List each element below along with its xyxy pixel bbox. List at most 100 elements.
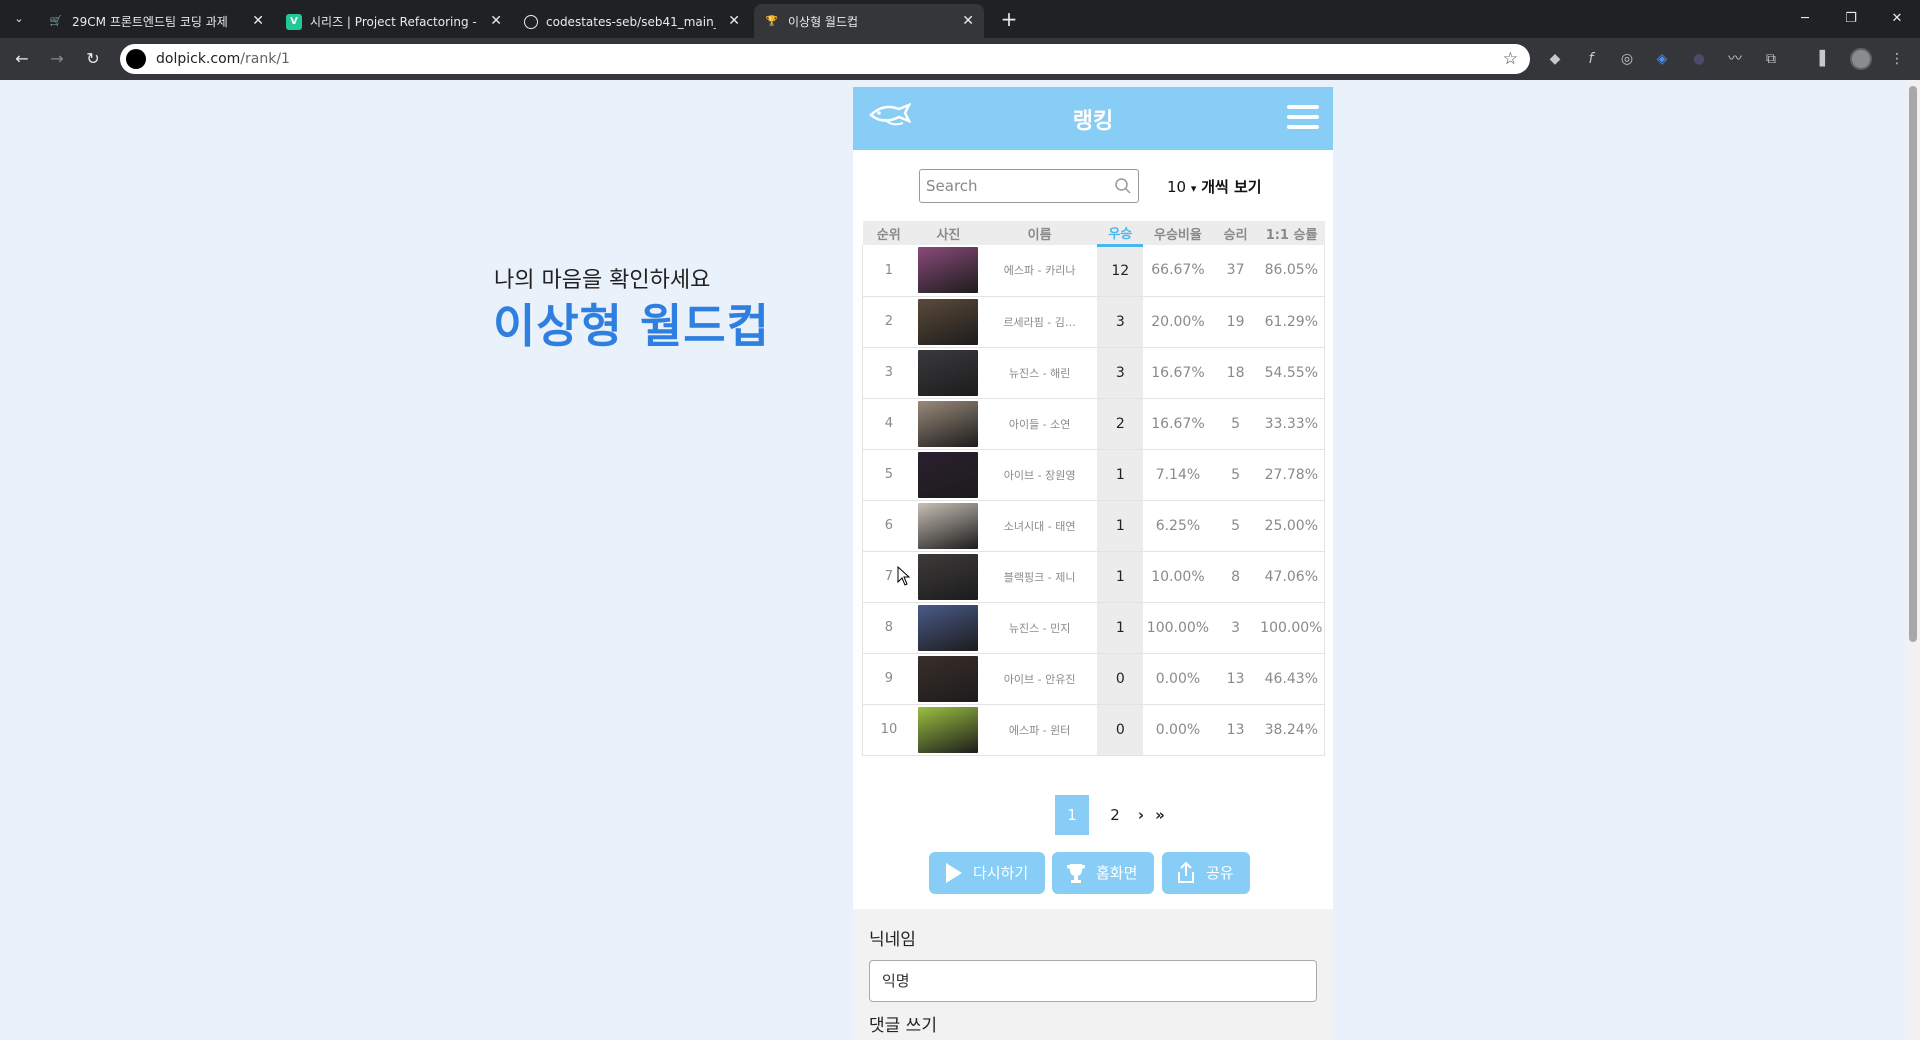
h2h-rate-cell: 100.00%	[1258, 602, 1325, 654]
win-rate-cell: 0.00%	[1143, 704, 1213, 756]
search-box[interactable]	[919, 169, 1139, 203]
rank-cell: 3	[861, 347, 915, 399]
column-rank[interactable]: 순위	[862, 221, 915, 245]
idol-photo[interactable]	[918, 349, 979, 396]
more-menu-icon[interactable]: ⋮	[1886, 48, 1908, 70]
idol-photo[interactable]	[918, 655, 979, 702]
win-rate-cell: 16.67%	[1143, 398, 1213, 450]
table-row[interactable]: 10 에스파 - 윈터 0 0.00% 13 38.24%	[861, 704, 1325, 756]
table-row[interactable]: 1 에스파 - 카리나 12 66.67% 37 86.05%	[861, 245, 1325, 297]
per-page-select[interactable]: 10 ▾ 개씩 보기	[1167, 176, 1262, 197]
github-icon	[524, 14, 538, 29]
url-path: /rank/1	[240, 51, 290, 67]
color-extension-icon[interactable]: ◆	[1544, 48, 1566, 70]
table-row[interactable]: 6 소녀시대 - 태연 1 6.25% 5 25.00%	[861, 500, 1325, 552]
column-wins[interactable]: 우승	[1097, 221, 1144, 247]
tab-search-chevron-icon[interactable]: ⌄	[8, 8, 30, 30]
url-text[interactable]: dolpick.com/rank/1	[156, 44, 290, 74]
close-icon[interactable]: ✕	[728, 4, 740, 38]
table-row[interactable]: 2 르세라핌 - 김… 3 20.00% 19 61.29%	[861, 296, 1325, 348]
share-label: 공유	[1206, 864, 1234, 882]
url-host: dolpick.com	[156, 51, 241, 67]
idol-photo[interactable]	[918, 604, 979, 651]
idol-photo[interactable]	[918, 553, 979, 600]
formula-extension-icon[interactable]: f	[1580, 48, 1602, 70]
ranking-panel: 랭킹 10 ▾ 개씩 보기 순위 사진 이름 우승 우승비율 승리 1:	[853, 87, 1333, 1040]
page-2-button[interactable]: 2	[1105, 795, 1125, 835]
forward-arrow-icon[interactable]: →	[45, 47, 69, 71]
column-photo: 사진	[914, 221, 982, 245]
table-row[interactable]: 7 블랙핑크 - 제니 1 10.00% 8 47.06%	[861, 551, 1325, 603]
scrollbar-thumb[interactable]	[1909, 86, 1917, 642]
photo-cell	[914, 347, 982, 399]
new-tab-plus-icon[interactable]: +	[996, 6, 1022, 32]
victories-cell: 37	[1212, 245, 1259, 297]
wave-extension-icon[interactable]: 〰	[1724, 48, 1746, 70]
win-rate-cell: 10.00%	[1143, 551, 1213, 603]
search-icon[interactable]	[1114, 177, 1132, 195]
table-row[interactable]: 5 아이브 - 장원영 1 7.14% 5 27.78%	[861, 449, 1325, 501]
window-close-icon[interactable]: ✕	[1874, 0, 1920, 38]
name-cell: 아이브 - 장원영	[981, 449, 1098, 501]
idol-photo[interactable]	[918, 298, 979, 345]
back-arrow-icon[interactable]: ←	[10, 47, 34, 71]
win-rate-cell: 16.67%	[1143, 347, 1213, 399]
column-win-rate[interactable]: 우승비율	[1143, 221, 1213, 245]
site-info-icon[interactable]	[126, 49, 146, 69]
idol-photo[interactable]	[918, 502, 979, 549]
close-icon[interactable]: ✕	[962, 4, 974, 38]
h2h-rate-cell: 33.33%	[1258, 398, 1325, 450]
column-victories[interactable]: 승리	[1212, 221, 1259, 245]
restore-icon[interactable]: ❐	[1828, 0, 1874, 38]
column-name[interactable]: 이름	[981, 221, 1098, 245]
side-panel-icon[interactable]: ▌	[1814, 48, 1836, 70]
last-page-double-chevron-icon[interactable]: »	[1149, 795, 1171, 835]
panel-title: 랭킹	[1072, 109, 1114, 134]
address-bar[interactable]: dolpick.com/rank/1 ☆	[120, 44, 1530, 74]
table-row[interactable]: 9 아이브 - 안유진 0 0.00% 13 46.43%	[861, 653, 1325, 705]
idol-photo[interactable]	[918, 451, 979, 498]
reload-icon[interactable]: ↻	[81, 47, 105, 71]
browser-tab-bar: ⌄ 🛒 29CM 프론트엔드팀 코딩 과제 ✕ V 시리즈 | Project Re…	[0, 0, 1920, 38]
idol-photo[interactable]	[918, 400, 979, 447]
table-row[interactable]: 3 뉴진스 - 해린 3 16.67% 18 54.55%	[861, 347, 1325, 399]
victories-cell: 8	[1212, 551, 1259, 603]
column-h2h-rate[interactable]: 1:1 승률	[1258, 221, 1325, 245]
idol-photo[interactable]	[918, 706, 979, 753]
dark-extension-icon[interactable]: ●	[1688, 48, 1710, 70]
wins-cell: 3	[1097, 296, 1144, 348]
name-cell: 뉴진스 - 해린	[981, 347, 1098, 399]
target-extension-icon[interactable]: ◎	[1616, 48, 1638, 70]
browser-tab-1[interactable]: 🛒 29CM 프론트엔드팀 코딩 과제 ✕	[38, 4, 274, 38]
search-input[interactable]	[920, 170, 1100, 202]
table-controls: 10 ▾ 개씩 보기	[853, 169, 1333, 205]
share-icon	[1178, 861, 1194, 883]
replay-button[interactable]: 다시하기	[929, 852, 1045, 894]
minimize-icon[interactable]: ─	[1782, 0, 1828, 38]
browser-tab-2[interactable]: V 시리즈 | Project Refactoring - ✕	[276, 4, 512, 38]
nickname-input[interactable]: 익명	[869, 960, 1317, 1002]
browser-tab-4-active[interactable]: 🏆 이상형 월드컵 ✕	[754, 4, 984, 38]
shield-extension-icon[interactable]: ◈	[1651, 48, 1673, 70]
profile-avatar[interactable]	[1850, 48, 1872, 70]
close-icon[interactable]: ✕	[252, 4, 264, 38]
page-1-button[interactable]: 1	[1055, 795, 1089, 835]
close-icon[interactable]: ✕	[490, 4, 502, 38]
bookmark-star-icon[interactable]: ☆	[1503, 44, 1518, 74]
browser-tab-3[interactable]: codestates-seb/seb41_main_0 ✕	[514, 4, 750, 38]
name-cell: 아이브 - 안유진	[981, 653, 1098, 705]
home-button[interactable]: 홈화면	[1052, 852, 1154, 894]
table-row[interactable]: 4 아이들 - 소연 2 16.67% 5 33.33%	[861, 398, 1325, 450]
h2h-rate-cell: 61.29%	[1258, 296, 1325, 348]
photo-cell	[914, 704, 982, 756]
next-page-chevron-icon[interactable]: ›	[1133, 795, 1149, 835]
hamburger-menu-icon[interactable]	[1287, 105, 1319, 131]
tab-title: codestates-seb/seb41_main_0	[546, 14, 716, 29]
puzzle-extensions-icon[interactable]: ⧉	[1760, 48, 1782, 70]
share-button[interactable]: 공유	[1162, 852, 1250, 894]
idol-photo[interactable]	[918, 247, 979, 294]
name-cell: 블랙핑크 - 제니	[981, 551, 1098, 603]
velog-icon: V	[286, 13, 302, 30]
victories-cell: 5	[1212, 449, 1259, 501]
table-row[interactable]: 8 뉴진스 - 민지 1 100.00% 3 100.00%	[861, 602, 1325, 654]
